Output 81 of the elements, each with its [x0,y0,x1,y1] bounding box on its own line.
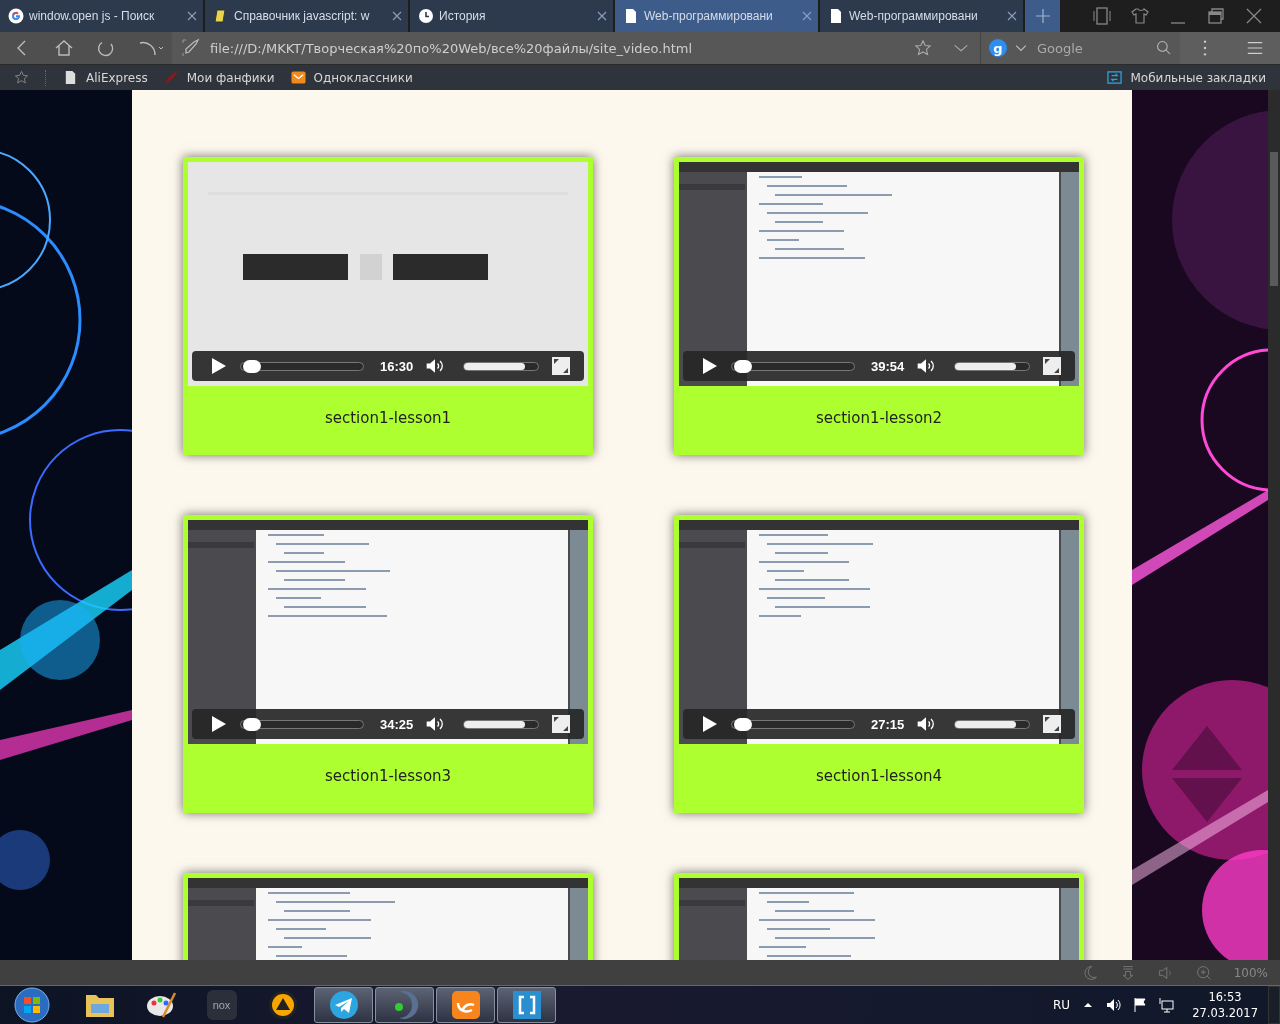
fullscreen-icon[interactable] [1042,356,1063,376]
squirrel-logo-icon [449,989,482,1021]
sync-icon [1107,70,1123,85]
video-duration: 39:54 [871,358,905,374]
bookmark-link[interactable]: Одноклассники [290,70,413,85]
volume-track[interactable] [954,361,1031,371]
document-icon [623,8,639,24]
bookmark-link[interactable]: Мои фанфики [163,70,275,85]
scrollbar[interactable] [1268,90,1280,960]
shirt-icon[interactable] [1130,6,1150,26]
progress-thumb[interactable] [242,717,261,731]
address-field[interactable]: file:///D:/MKKT/Творческая%20по%20Web/все%20файлы/site_video.html [172,32,980,64]
triangle-logo-icon [266,989,299,1021]
volume-fill[interactable] [464,720,525,728]
volume-fill[interactable] [955,362,1016,370]
volume-fill[interactable] [464,362,525,370]
progress-thumb[interactable] [733,717,752,731]
progress-thumb[interactable] [242,359,261,373]
fullscreen-icon[interactable] [551,714,572,734]
progress-track[interactable] [731,361,855,371]
progress-track[interactable] [731,719,855,729]
app-logo: nox [206,990,237,1020]
document-icon [63,70,78,85]
taskbar-app[interactable] [436,987,495,1023]
fullscreen-icon[interactable] [1042,714,1063,734]
volume-fill[interactable] [955,720,1016,728]
browser-tab[interactable]: Web-программировани [615,0,818,32]
google-icon [8,8,24,24]
progress-thumb[interactable] [733,359,752,373]
flag-icon[interactable] [1132,997,1149,1013]
fullscreen-icon[interactable] [551,356,572,376]
taskbar-app[interactable] [314,987,373,1023]
bookmark-link[interactable]: AliExpress [63,70,148,85]
browser-tab[interactable]: История [410,0,613,32]
feather-icon [163,70,179,85]
video-title: section1-lesson3 [323,766,453,787]
browser-tab[interactable]: Справочник javascript: w [205,0,408,32]
volume-track[interactable] [463,361,540,371]
bookmark-link[interactable]: Мобильные закладки [1107,70,1266,85]
taskbar-app[interactable]: nox [192,987,251,1023]
document-icon [828,8,844,24]
volume-track[interactable] [954,719,1031,729]
clock[interactable]: 16:53 27.03.2017 [1192,989,1258,1021]
scroll-to-top-button[interactable] [1172,726,1242,822]
tablet-icon[interactable] [1092,6,1112,26]
progress-track[interactable] [240,361,364,371]
video-title: section1-lesson2 [814,408,944,429]
language-indicator[interactable]: RU [1053,998,1071,1012]
video-title: section1-lesson1 [323,408,453,429]
close-tab-icon[interactable] [597,11,607,21]
speaker-icon[interactable] [1106,997,1123,1013]
clock-icon [418,8,434,24]
video-title: section1-lesson4 [814,766,944,787]
progress-track[interactable] [240,719,364,729]
video-duration: 27:15 [871,716,905,732]
envelope-icon [290,70,306,85]
start-orb-icon [14,987,50,1023]
menu-icon[interactable] [1246,39,1264,57]
bookmark-star-icon[interactable] [914,39,932,57]
browser-tab[interactable]: window.open js - Поиск [0,0,203,32]
brackets-icon [510,989,543,1021]
scroll-icon [213,8,229,24]
browser-tab[interactable]: Web-программировани [820,0,1023,32]
video-duration: 34:25 [380,716,414,732]
taskbar-app[interactable] [497,987,556,1023]
home-icon[interactable] [54,38,74,58]
paper-plane-icon [327,989,360,1021]
clock-date: 27.03.2017 [1192,1005,1258,1021]
clock-time: 16:53 [1208,989,1242,1005]
close-icon[interactable] [1244,6,1264,26]
close-tab-icon[interactable] [392,11,402,21]
maximize-icon[interactable] [1206,6,1226,26]
search-icon[interactable] [1156,40,1172,56]
star-icon[interactable] [14,70,29,85]
plus-icon [1034,8,1051,24]
close-tab-icon[interactable] [1007,11,1017,21]
video-duration: 16:30 [380,358,414,374]
close-tab-icon[interactable] [802,11,812,21]
close-tab-icon[interactable] [187,11,197,21]
network-icon[interactable] [1158,997,1175,1013]
volume-track[interactable] [463,719,540,729]
